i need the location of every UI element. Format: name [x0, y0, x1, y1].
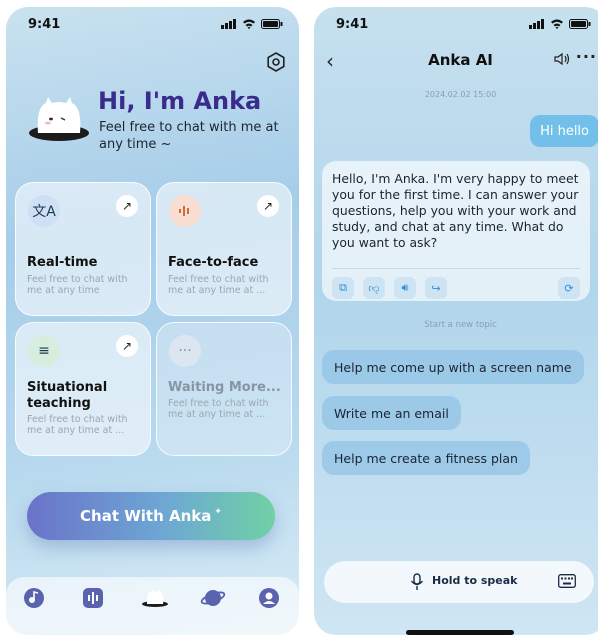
greeting-subtitle: Feel free to chat with me at any time ~ [99, 120, 279, 152]
voice-wave-icon [169, 195, 201, 227]
card-desc: Feel free to chat with me at any time at… [168, 398, 269, 420]
audio-icon[interactable] [82, 587, 104, 609]
refresh-icon[interactable]: ⟳ [558, 277, 580, 299]
status-icons [529, 19, 591, 29]
chat-with-anka-button[interactable]: Chat With Anka ✦ [27, 492, 275, 540]
thumbs-down-icon[interactable]: 👎︎ [363, 277, 385, 299]
settings-icon[interactable] [265, 51, 287, 73]
share-icon[interactable]: ↪ [425, 277, 447, 299]
status-bar: 9:41 [28, 17, 283, 35]
status-time: 9:41 [336, 17, 369, 32]
keyboard-icon[interactable] [558, 574, 576, 588]
home-screen: 9:41 Hi, I'm Anka Feel free to chat with… [6, 7, 299, 635]
mascot-icon[interactable] [140, 587, 170, 609]
bottom-tab-bar [6, 577, 299, 635]
hold-to-speak-button[interactable]: Hold to speak [324, 561, 594, 603]
list-icon: ≡ [28, 335, 60, 367]
more-icon[interactable]: ··· [576, 47, 597, 66]
wifi-icon [243, 19, 255, 29]
battery-icon [261, 19, 283, 29]
signal-icon [221, 19, 236, 29]
status-bar: 9:41 [336, 17, 591, 35]
ellipsis-icon: ··· [169, 335, 201, 367]
speaker-icon[interactable] [553, 52, 571, 66]
card-title: Real-time [27, 255, 98, 270]
status-icons [221, 19, 283, 29]
card-situational-teaching[interactable]: ≡ ↗ Situational teaching Feel free to ch… [15, 322, 151, 456]
ai-message-text: Hello, I'm Anka. I'm very happy to meet … [332, 171, 579, 250]
cta-label: Chat With Anka [80, 507, 212, 525]
music-icon[interactable] [23, 587, 45, 609]
planet-icon[interactable] [200, 587, 226, 609]
suggestion-chip[interactable]: Help me create a fitness plan [322, 441, 530, 475]
microphone-icon [410, 573, 424, 590]
speaker-icon[interactable]: 🔊︎ [394, 277, 416, 299]
card-waiting-more[interactable]: ··· Waiting More... Feel free to chat wi… [156, 322, 292, 456]
status-time: 9:41 [28, 17, 61, 32]
wifi-icon [551, 19, 563, 29]
suggestion-chip[interactable]: Write me an email [322, 396, 461, 430]
user-message: Hi hello [530, 115, 598, 147]
translate-icon: 文A [28, 195, 60, 227]
new-topic-label[interactable]: Start a new topic [314, 320, 598, 330]
home-indicator [406, 630, 514, 635]
battery-icon [569, 19, 591, 29]
hold-to-speak-label: Hold to speak [432, 574, 518, 587]
suggestion-chip[interactable]: Help me come up with a screen name [322, 350, 584, 384]
profile-icon[interactable] [258, 587, 280, 609]
card-face-to-face[interactable]: ↗ Face-to-face Feel free to chat with me… [156, 182, 292, 316]
arrow-up-right-icon: ↗ [116, 335, 138, 357]
card-title: Situational teaching [27, 380, 108, 411]
sparkle-icon: ✦ [214, 507, 222, 517]
copy-icon[interactable]: ⧉ [332, 277, 354, 299]
chat-screen: 9:41 ‹ Anka AI ··· 2024.02.02 15:00 Hi h… [314, 7, 598, 635]
greeting-title: Hi, I'm Anka [98, 87, 262, 115]
arrow-up-right-icon: ↗ [116, 195, 138, 217]
card-desc: Feel free to chat with me at any time [27, 274, 128, 296]
card-real-time[interactable]: 文A ↗ Real-time Feel free to chat with me… [15, 182, 151, 316]
ai-message-bubble: Hello, I'm Anka. I'm very happy to meet … [322, 161, 590, 301]
card-title: Face-to-face [168, 255, 259, 270]
anka-mascot [29, 97, 89, 141]
message-date: 2024.02.02 15:00 [424, 90, 497, 99]
ai-message-actions: ⧉ 👎︎ 🔊︎ ↪ ⟳ [332, 268, 580, 300]
signal-icon [529, 19, 544, 29]
arrow-up-right-icon: ↗ [257, 195, 279, 217]
card-desc: Feel free to chat with me at any time at… [168, 274, 269, 296]
card-title: Waiting More... [168, 380, 281, 395]
card-desc: Feel free to chat with me at any time at… [27, 414, 128, 436]
